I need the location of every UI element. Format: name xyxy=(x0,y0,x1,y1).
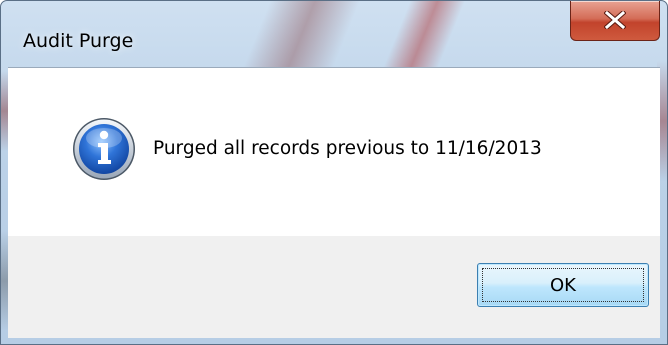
window-title: Audit Purge xyxy=(23,30,134,52)
close-icon xyxy=(604,11,626,29)
ok-button[interactable]: OK xyxy=(477,263,649,307)
ok-button-label: OK xyxy=(482,268,644,302)
info-icon xyxy=(73,118,135,180)
button-bar: OK xyxy=(8,236,660,338)
close-button[interactable] xyxy=(570,1,660,41)
message-area: Purged all records previous to 11/16/201… xyxy=(8,67,660,237)
title-bar[interactable]: Audit Purge xyxy=(1,1,667,67)
dialog-message: Purged all records previous to 11/16/201… xyxy=(153,138,542,159)
dialog-window: Audit Purge Purged all records previous … xyxy=(0,0,668,345)
